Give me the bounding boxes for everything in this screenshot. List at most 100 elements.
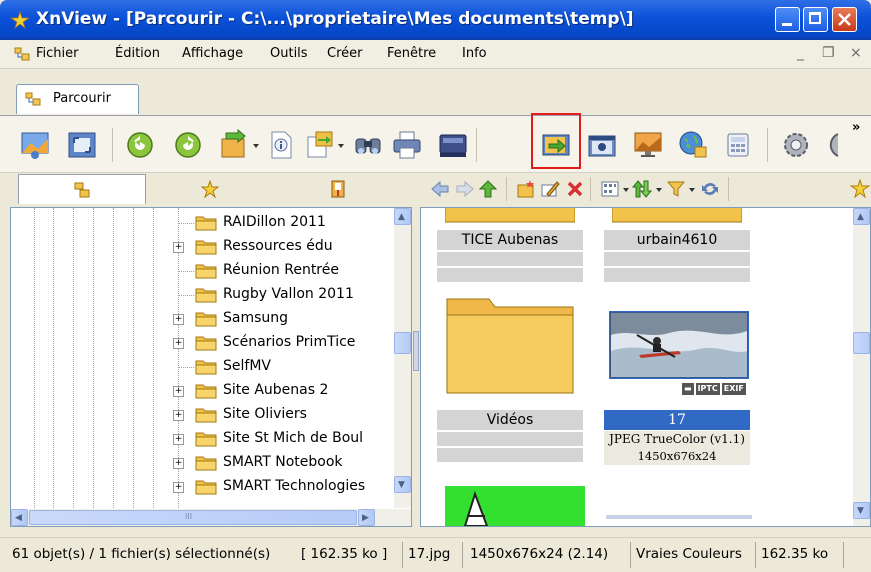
browse-icon[interactable] [14, 46, 30, 62]
convert-dropdown-arrow[interactable] [253, 144, 259, 148]
up-icon[interactable] [478, 179, 498, 199]
expand-button[interactable]: + [173, 458, 184, 469]
calculator-icon[interactable] [722, 129, 754, 161]
sort-dropdown-arrow[interactable] [656, 188, 662, 192]
fullscreen-icon[interactable] [66, 129, 98, 161]
menu-affichage[interactable]: Affichage [182, 46, 243, 61]
mdi-close-button[interactable]: × [850, 45, 862, 61]
refresh-icon[interactable] [700, 179, 720, 199]
scan-icon[interactable] [437, 129, 469, 161]
forward-icon[interactable] [455, 179, 475, 199]
thumbnail-tile[interactable]: Vidéos [437, 293, 583, 468]
thumbnail-tile[interactable] [441, 486, 587, 526]
folder-tree[interactable]: RAIDillon 2011 + Ressources édu Réunion Ren… [10, 207, 412, 527]
rotate-left-icon[interactable] [124, 129, 156, 161]
thumbnail-info-bar [437, 268, 583, 282]
status-separator [843, 542, 844, 568]
expand-button[interactable]: + [173, 434, 184, 445]
navigation-toolbar [420, 174, 871, 206]
scroll-right-button[interactable]: ▶ [358, 509, 375, 526]
browser-vscroll-thumb[interactable] [853, 332, 870, 354]
menu-fenetre[interactable]: Fenêtre [387, 46, 436, 61]
tree-vertical-scrollbar[interactable]: ▲ ▼ [394, 208, 411, 508]
expand-button[interactable]: + [173, 338, 184, 349]
tab-favorites[interactable] [146, 174, 274, 204]
rotate-right-icon[interactable] [172, 129, 204, 161]
new-folder-icon[interactable] [516, 179, 536, 199]
tree-hscroll-thumb[interactable]: III [29, 510, 357, 525]
scroll-down-button[interactable]: ▼ [394, 476, 411, 493]
menu-edition[interactable]: Édition [115, 46, 160, 61]
tree-node[interactable]: SelfMV [173, 356, 403, 380]
partial-toolbar-icon[interactable] [824, 129, 840, 161]
expand-button[interactable]: + [173, 410, 184, 421]
tree-node[interactable]: Réunion Rentrée [173, 260, 403, 284]
convert-icon[interactable] [218, 129, 250, 161]
maximize-button[interactable] [803, 7, 828, 32]
xnview-window: XnView - [Parcourir - C:\...\proprietair… [0, 0, 871, 572]
scroll-down-button[interactable]: ▼ [853, 502, 870, 519]
thumbnail-tile[interactable] [606, 515, 752, 526]
minimize-button[interactable] [775, 7, 800, 32]
copy-dropdown-arrow[interactable] [338, 144, 344, 148]
thumbnail-browser[interactable]: TICE Aubenas urbain4610 Vidéos ▬ IPTC EX… [420, 207, 871, 527]
thumbnail-tile[interactable]: urbain4610 [604, 208, 750, 288]
slideshow-icon[interactable] [19, 129, 51, 161]
close-button[interactable] [832, 7, 857, 32]
browser-vertical-scrollbar[interactable]: ▲ ▼ [853, 208, 870, 526]
pane-splitter[interactable] [412, 207, 420, 527]
tab-folders[interactable] [18, 174, 146, 204]
tree-node[interactable]: + Site Oliviers [173, 404, 403, 428]
tree-node[interactable]: + Samsung [173, 308, 403, 332]
tree-node[interactable]: + Scénarios PrimTice [173, 332, 403, 356]
back-icon[interactable] [430, 179, 450, 199]
find-icon[interactable] [352, 129, 384, 161]
print-icon[interactable] [391, 129, 423, 161]
tab-categories[interactable] [274, 174, 402, 204]
mdi-minimize-button[interactable]: _ [797, 45, 804, 61]
thumbnail-tile[interactable]: TICE Aubenas [437, 208, 583, 288]
tree-horizontal-scrollbar[interactable]: ◀ III ▶ [11, 509, 411, 526]
title-bar[interactable]: XnView - [Parcourir - C:\...\proprietair… [0, 0, 871, 40]
view-mode-dropdown-arrow[interactable] [623, 188, 629, 192]
tree-node[interactable]: RAIDillon 2011 [173, 212, 403, 236]
tree-node-label: Réunion Rentrée [223, 262, 339, 278]
capture-icon[interactable] [586, 129, 618, 161]
xnview-app-icon[interactable] [10, 11, 30, 29]
copy-to-icon[interactable] [304, 129, 336, 161]
left-panel-tabs [10, 174, 410, 206]
tree-node[interactable]: + SMART Notebook [173, 452, 403, 476]
menu-outils[interactable]: Outils [270, 46, 308, 61]
thumbnail-tile-selected[interactable]: ▬ IPTC EXIF 17 JPEG TrueColor (v1.1) 1450x… [604, 293, 750, 468]
expand-button[interactable]: + [173, 242, 184, 253]
delete-icon[interactable] [565, 179, 585, 199]
settings-icon[interactable] [780, 129, 812, 161]
expand-button[interactable]: + [173, 386, 184, 397]
wallpaper-icon[interactable] [632, 129, 664, 161]
tab-parcourir[interactable]: Parcourir [16, 84, 139, 114]
expand-button[interactable]: + [173, 482, 184, 493]
menu-info[interactable]: Info [462, 46, 487, 61]
mdi-restore-button[interactable]: ❐ [822, 45, 835, 61]
tree-node[interactable]: + Site Aubenas 2 [173, 380, 403, 404]
menu-creer[interactable]: Créer [327, 46, 362, 61]
tree-node[interactable]: Rugby Vallon 2011 [173, 284, 403, 308]
filter-dropdown-arrow[interactable] [689, 188, 695, 192]
tree-vscroll-thumb[interactable] [394, 332, 411, 354]
file-info-icon[interactable] [265, 129, 297, 161]
menu-fichier[interactable]: Fichier [36, 46, 79, 61]
scroll-left-button[interactable]: ◀ [11, 509, 28, 526]
view-mode-icon[interactable] [600, 179, 620, 199]
star-icon[interactable] [850, 179, 870, 199]
rename-icon[interactable] [540, 179, 560, 199]
sort-icon[interactable] [632, 179, 652, 199]
tree-node[interactable]: + Ressources édu [173, 236, 403, 260]
tree-node[interactable]: + Site St Mich de Boul [173, 428, 403, 452]
filter-icon[interactable] [666, 179, 686, 199]
tree-node[interactable]: + SMART Technologies [173, 476, 403, 500]
toolbar-overflow-chevron[interactable]: » [852, 120, 860, 135]
expand-button[interactable]: + [173, 314, 184, 325]
web-icon[interactable] [677, 129, 709, 161]
scroll-up-button[interactable]: ▲ [853, 208, 870, 225]
scroll-up-button[interactable]: ▲ [394, 208, 411, 225]
